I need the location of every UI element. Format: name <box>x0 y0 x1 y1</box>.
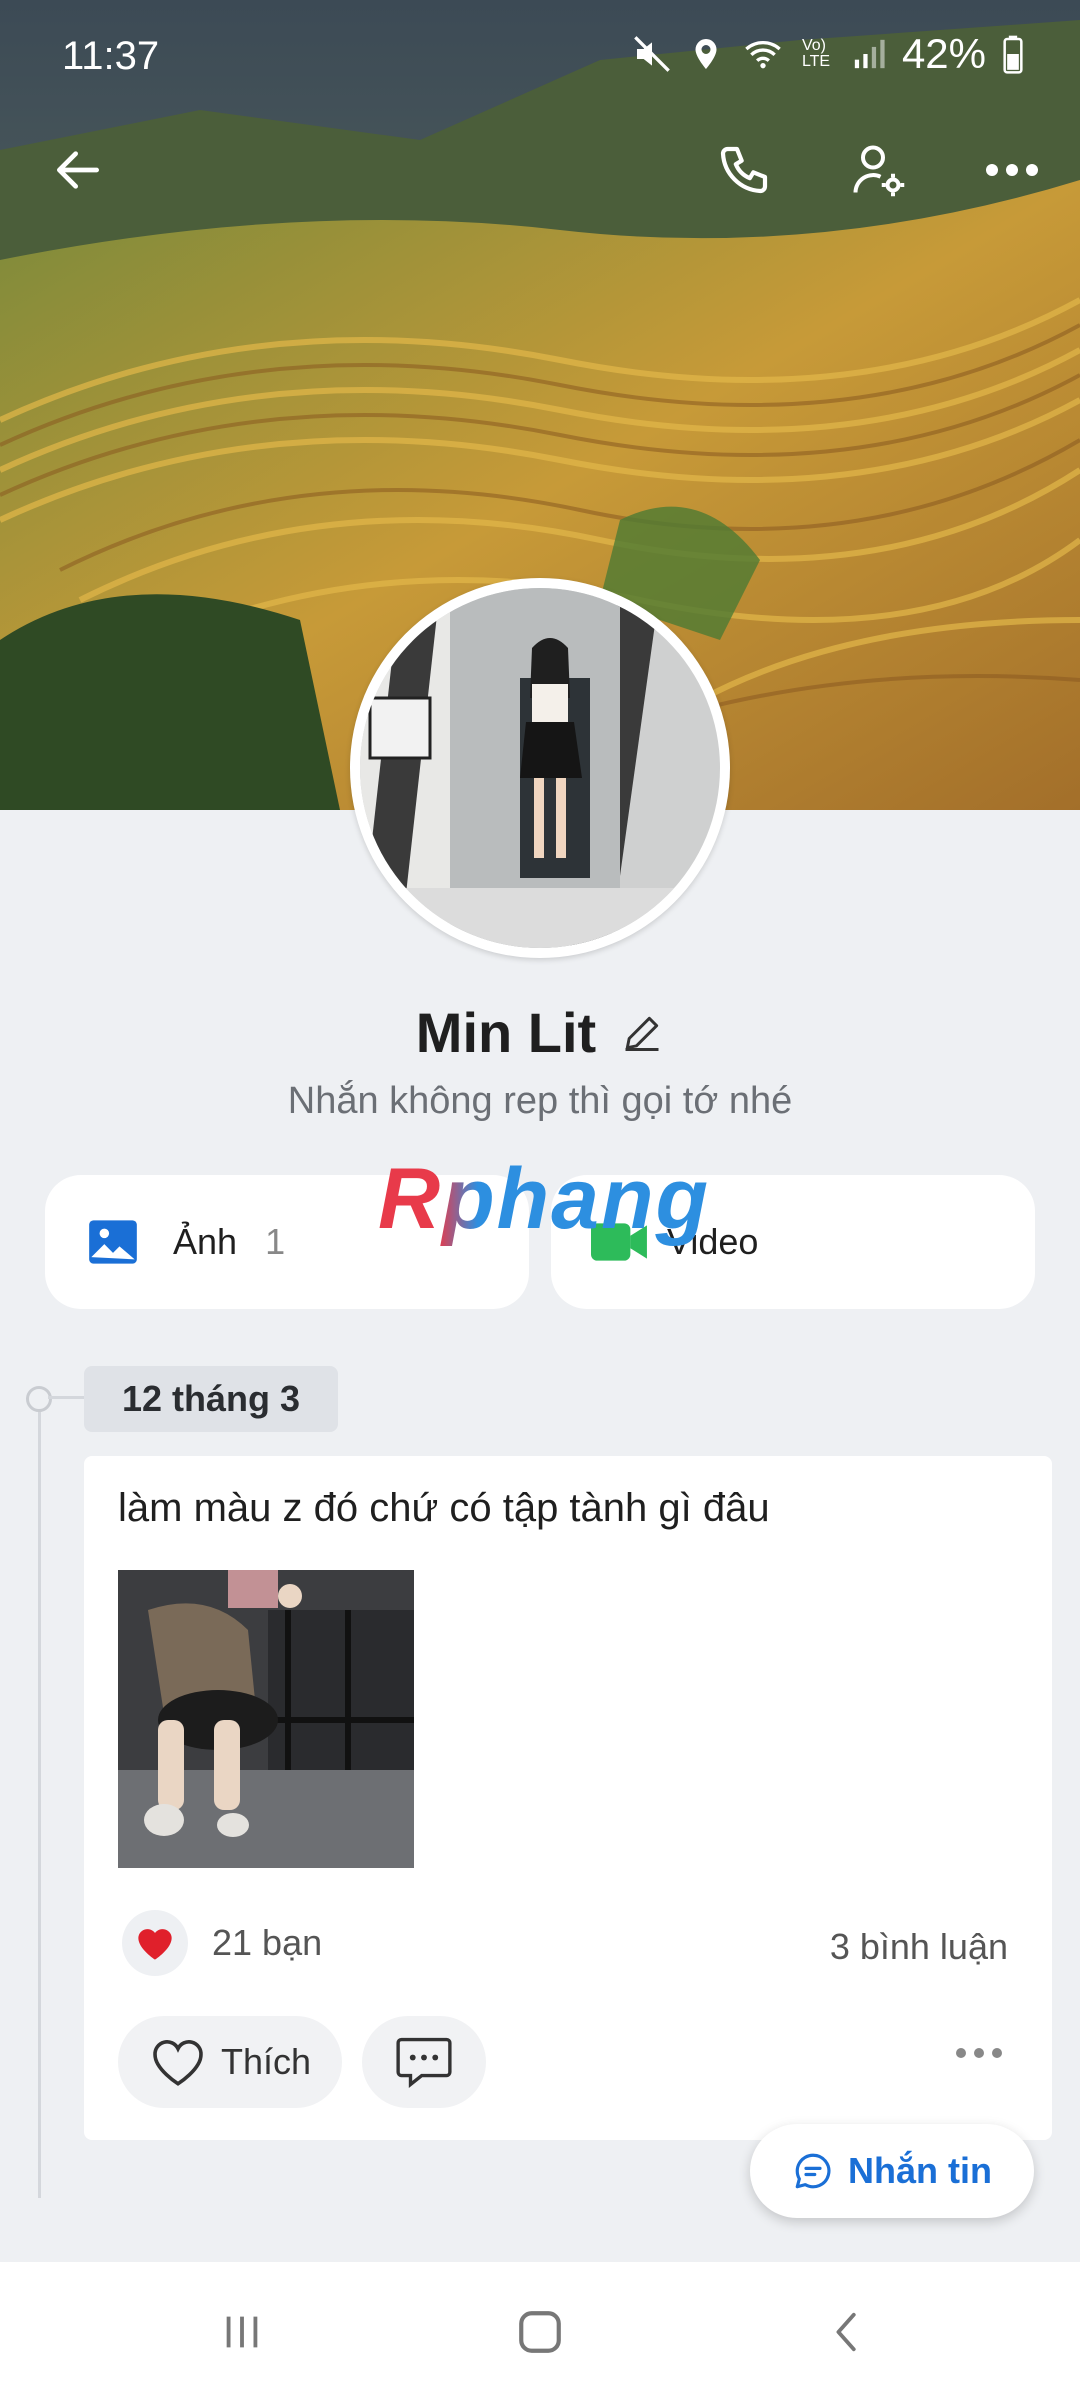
message-label: Nhắn tin <box>848 2150 992 2191</box>
post-reactions[interactable]: 21 bạn <box>122 1910 322 1976</box>
phone-icon <box>720 146 768 194</box>
chevron-left-icon <box>836 2312 856 2352</box>
post-text: làm màu z đó chứ có tập tành gì đâu <box>118 1486 770 1530</box>
back-icon <box>57 151 99 189</box>
status-bar: 11:37 Vo) LTE 42% <box>0 0 1080 110</box>
more-dot <box>956 2048 966 2058</box>
heart-outline-icon <box>153 2040 203 2086</box>
profile-settings-button[interactable] <box>838 130 918 210</box>
reaction-count: 21 bạn <box>212 1922 323 1963</box>
signal-icon <box>854 39 885 69</box>
avatar[interactable] <box>350 578 730 958</box>
status-icons: Vo) LTE 42% <box>632 30 1024 78</box>
battery-icon <box>1003 35 1023 74</box>
recents-icon <box>226 2316 258 2348</box>
photos-label: Ảnh <box>173 1221 238 1262</box>
comment-button[interactable] <box>362 2016 486 2108</box>
more-dot <box>974 2048 984 2058</box>
timeline-dot <box>26 1386 52 1412</box>
system-nav-bar <box>0 2262 1080 2400</box>
profile-name-row: Min Lit <box>0 1000 1080 1065</box>
battery-percent: 42% <box>901 30 986 77</box>
message-button[interactable]: Nhắn tin <box>750 2124 1034 2218</box>
reaction-bubble <box>122 1910 188 1976</box>
post-card[interactable]: làm màu z đó chứ có tập tành gì đâu 21 b… <box>84 1456 1052 2140</box>
timeline-connector <box>48 1396 84 1399</box>
back-button[interactable] <box>38 130 118 210</box>
profile-name: Min Lit <box>415 1001 597 1064</box>
comment-count[interactable]: 3 bình luận <box>830 1926 1008 1968</box>
like-label: Thích <box>220 2041 312 2082</box>
volte-label: Vo) LTE <box>801 37 831 70</box>
timeline-date: 12 tháng 3 <box>84 1366 338 1432</box>
more-options-button[interactable] <box>972 130 1052 210</box>
timeline-line <box>38 1398 41 2198</box>
photo-icon <box>89 1220 137 1264</box>
post-photo[interactable] <box>118 1570 414 1868</box>
nav-back-button[interactable] <box>818 2302 878 2362</box>
call-button[interactable] <box>704 130 784 210</box>
profile-bio: Nhắn không rep thì gọi tớ nhé <box>287 1080 793 1122</box>
like-button[interactable]: Thích <box>118 2016 342 2108</box>
status-time: 11:37 <box>62 34 160 78</box>
home-icon <box>519 2311 561 2353</box>
home-button[interactable] <box>510 2302 570 2362</box>
location-icon <box>695 39 717 69</box>
more-icon <box>986 164 1038 176</box>
post-more-button[interactable] <box>956 2048 1002 2058</box>
watermark-logo: Rphang <box>378 1150 710 1249</box>
mute-icon <box>634 36 670 72</box>
photos-count: 1 <box>265 1221 286 1262</box>
avatar-photo <box>360 588 720 948</box>
recents-button[interactable] <box>212 2302 272 2362</box>
pencil-icon[interactable] <box>620 1011 664 1055</box>
user-settings-icon <box>853 145 905 197</box>
wifi-icon <box>745 41 781 69</box>
heart-icon <box>138 1929 172 1960</box>
more-dot <box>992 2048 1002 2058</box>
comment-icon <box>396 2037 452 2089</box>
chat-icon <box>795 2153 831 2189</box>
watermark-text: Rphang <box>378 1151 711 1247</box>
